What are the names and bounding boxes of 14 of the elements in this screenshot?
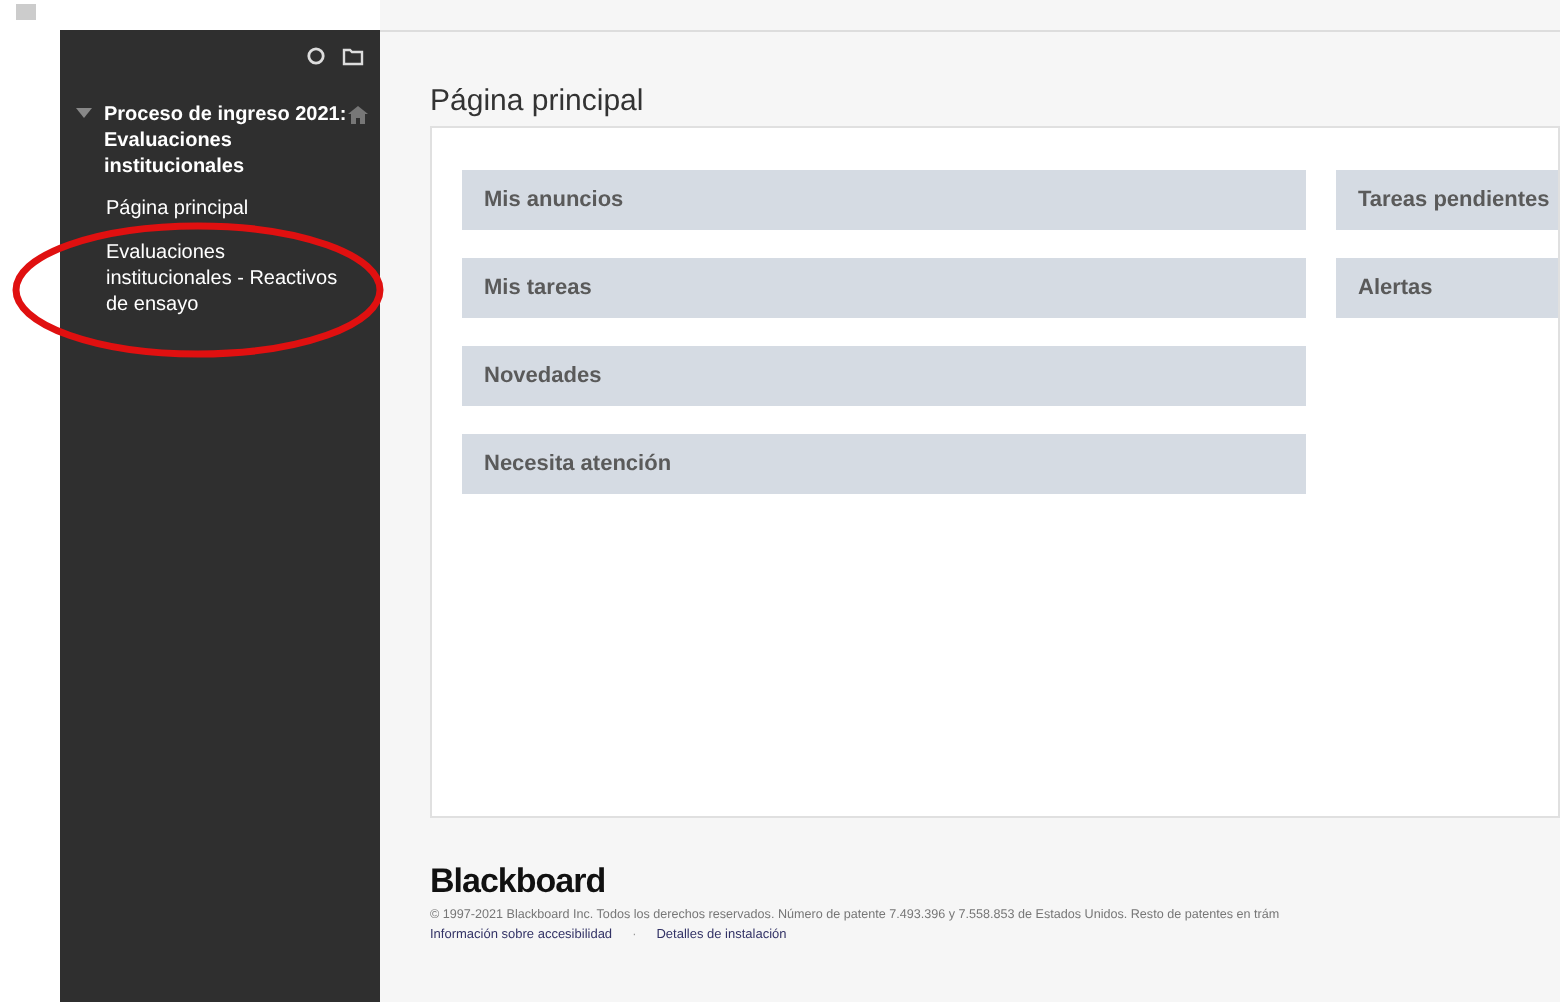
module-header[interactable]: Tareas pendientes bbox=[1336, 170, 1558, 230]
expand-icon[interactable] bbox=[76, 108, 92, 120]
module-header[interactable]: Mis tareas bbox=[462, 258, 1306, 318]
page-title: Página principal bbox=[428, 82, 646, 122]
menu-link[interactable]: Página principal bbox=[106, 196, 356, 222]
module-header[interactable]: Mis anuncios bbox=[462, 170, 1306, 230]
module-header[interactable]: Alertas bbox=[1336, 258, 1558, 318]
folder-icon[interactable] bbox=[342, 46, 364, 66]
course-title[interactable]: Proceso de ingreso 2021: Evaluaciones institucionales bbox=[104, 102, 348, 180]
home-icon[interactable] bbox=[348, 106, 368, 124]
module-header[interactable]: Necesita atención bbox=[462, 434, 1306, 494]
refresh-icon[interactable] bbox=[306, 46, 326, 66]
module-header[interactable]: Novedades bbox=[462, 346, 1306, 406]
logo: Blackboard bbox=[430, 862, 608, 902]
